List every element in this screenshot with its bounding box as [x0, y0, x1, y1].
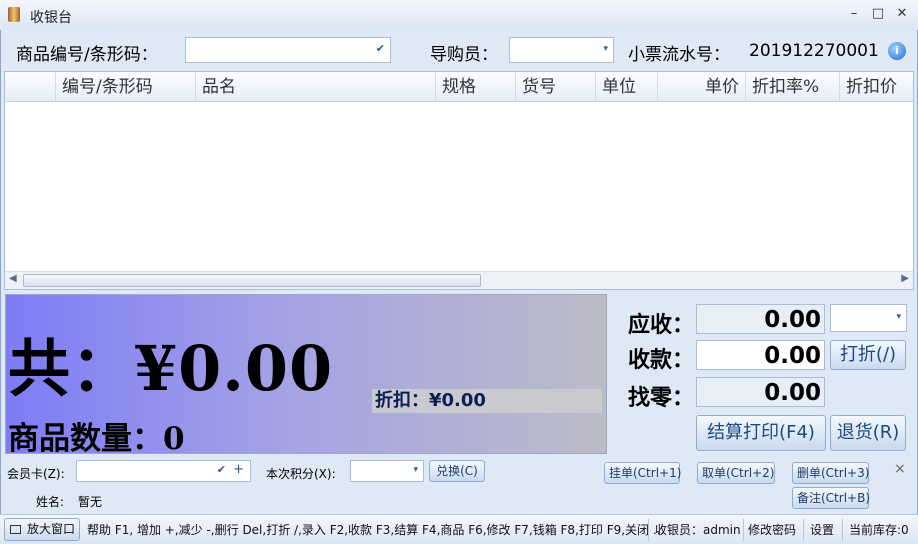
maximize-icon[interactable]: □	[867, 4, 889, 24]
column-header-discount-rate[interactable]: 折扣率%	[745, 72, 839, 101]
dropdown-arrow-icon[interactable]: ▾	[896, 312, 901, 322]
grid-header-rowselector	[5, 72, 55, 101]
received-label: 收款：	[628, 347, 695, 373]
serial-label: 小票流水号：	[628, 45, 730, 65]
discount-amount: 折扣：¥0.00	[372, 389, 602, 413]
status-separator	[842, 519, 843, 541]
guide-combo[interactable]: ▾	[509, 37, 614, 63]
serial-number: 201912270001	[749, 41, 879, 61]
status-separator	[803, 519, 804, 541]
title-bar	[0, 0, 918, 30]
guide-label: 导购员：	[430, 45, 498, 65]
grid-header: 编号/条形码 品名 规格 货号 单位 单价 折扣率% 折扣价	[5, 72, 913, 102]
settings-link[interactable]: 设置	[810, 521, 834, 538]
scroll-right-icon[interactable]: ▶	[901, 273, 909, 284]
scrollbar-thumb[interactable]	[23, 274, 481, 287]
checkout-print-button[interactable]: 结算打印(F4)	[696, 415, 826, 451]
column-header-discount-price[interactable]: 折扣价	[839, 72, 913, 101]
window-title: 收银台	[30, 10, 72, 26]
item-code-label: 商品编号/条形码：	[16, 45, 158, 65]
enlarge-window-button[interactable]: 放大窗口	[4, 518, 80, 541]
column-header-price[interactable]: 单价	[657, 72, 745, 101]
current-stock: 当前库存:0	[849, 523, 909, 537]
items-grid[interactable]: 编号/条形码 品名 规格 货号 单位 单价 折扣率% 折扣价 ◀ ▶	[4, 71, 914, 290]
column-header-code[interactable]: 编号/条形码	[55, 72, 195, 101]
points-select[interactable]: ▾	[350, 460, 424, 482]
dropdown-arrow-icon[interactable]: ▾	[413, 465, 418, 475]
change-password-link[interactable]: 修改密码	[748, 521, 796, 538]
receivable-label: 应收：	[628, 312, 695, 338]
receivable-value: 0.00	[696, 304, 825, 334]
cashier-info: 收银员：admin	[655, 523, 741, 537]
total-amount: 共：¥0.00	[8, 332, 334, 405]
dropdown-arrow-icon[interactable]: ▾	[603, 44, 608, 54]
member-card-input[interactable]: ✔ +	[76, 460, 251, 482]
member-card-label: 会员卡(Z):	[7, 467, 65, 481]
points-label: 本次积分(X):	[266, 467, 336, 481]
column-header-unit[interactable]: 单位	[595, 72, 657, 101]
retrieve-order-button[interactable]: 取单(Ctrl+2)	[697, 462, 775, 484]
name-value: 暂无	[78, 495, 103, 509]
change-label: 找零：	[628, 385, 695, 411]
payment-method-select[interactable]: ▾	[830, 304, 907, 332]
status-separator	[648, 519, 649, 541]
column-header-spec[interactable]: 规格	[435, 72, 515, 101]
name-label: 姓名:	[36, 495, 65, 509]
horizontal-scrollbar[interactable]: ◀ ▶	[5, 271, 913, 289]
exchange-button[interactable]: 兑换(C)	[429, 460, 485, 482]
scroll-left-icon[interactable]: ◀	[9, 273, 17, 284]
app-icon	[8, 7, 20, 22]
info-icon[interactable]: i	[888, 42, 906, 60]
add-icon[interactable]: +	[233, 462, 244, 477]
hotkey-help-text: 帮助 F1, 增加 +,减少 -,删行 Del,打折 /,录入 F2,收款 F3…	[87, 523, 665, 537]
note-button[interactable]: 备注(Ctrl+B)	[792, 487, 870, 509]
minimize-icon[interactable]: –	[843, 4, 865, 24]
close-member-icon[interactable]: ×	[894, 461, 906, 477]
column-header-sku[interactable]: 货号	[515, 72, 595, 101]
return-button[interactable]: 退货(R)	[830, 415, 906, 451]
item-code-combo[interactable]: ✔	[185, 37, 391, 63]
column-header-name[interactable]: 品名	[195, 72, 435, 101]
received-input[interactable]: 0.00	[696, 340, 825, 370]
delete-order-button[interactable]: 删单(Ctrl+3)	[792, 462, 869, 484]
window-icon	[10, 525, 21, 534]
chevron-down-icon[interactable]: ✔	[376, 42, 385, 55]
status-separator	[743, 519, 744, 541]
item-quantity: 商品数量：0	[8, 421, 185, 457]
hold-order-button[interactable]: 挂单(Ctrl+1)	[604, 462, 681, 484]
discount-button[interactable]: 打折(/)	[830, 340, 906, 370]
status-bar: 放大窗口 帮助 F1, 增加 +,减少 -,删行 Del,打折 /,录入 F2,…	[0, 514, 918, 544]
change-value: 0.00	[696, 377, 825, 407]
check-icon[interactable]: ✔	[217, 463, 226, 476]
close-icon[interactable]: ✕	[891, 4, 913, 24]
enlarge-window-label: 放大窗口	[27, 522, 76, 536]
